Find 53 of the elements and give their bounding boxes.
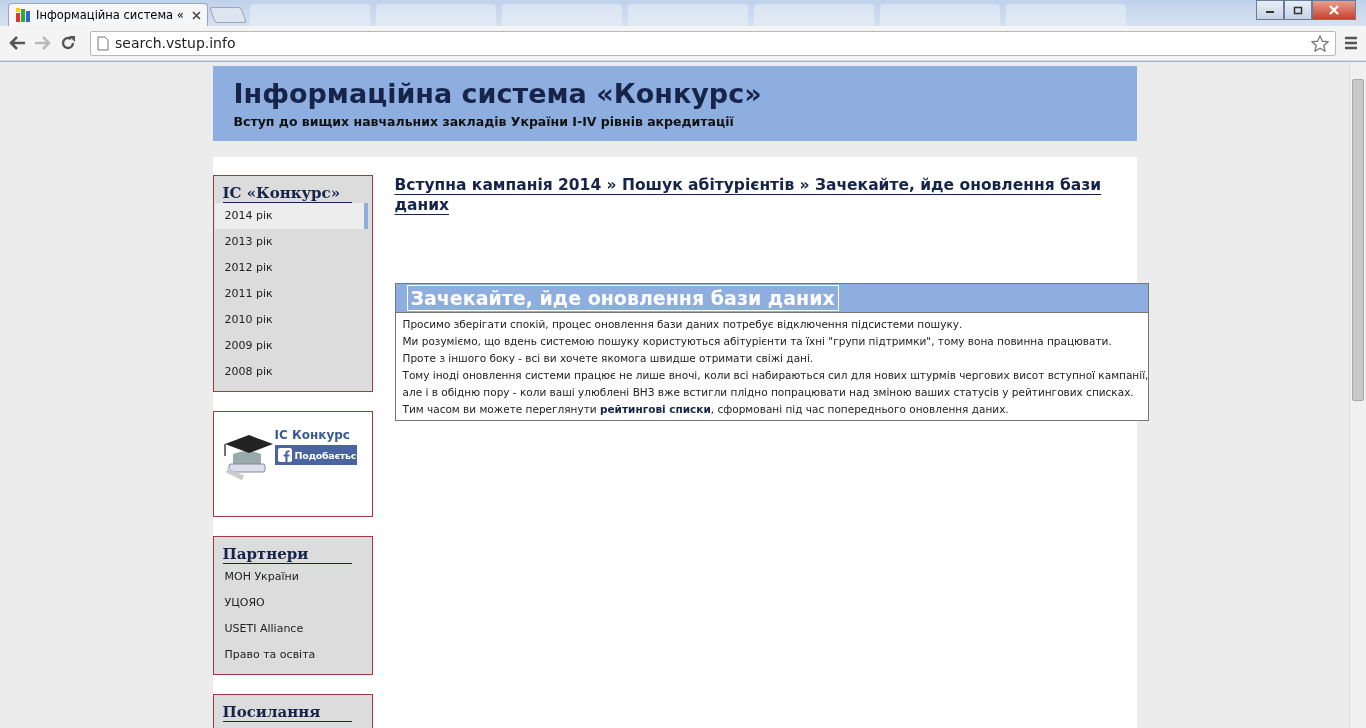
maximize-icon [1293,5,1303,15]
year-link[interactable]: 2011 рік [214,281,368,307]
blurred-tab[interactable] [1006,4,1126,26]
partner-link[interactable]: Право та освіта [214,642,368,668]
year-link[interactable]: 2012 рік [214,255,368,281]
ratings-link[interactable]: рейтингові списки [600,403,711,415]
back-icon[interactable] [8,35,26,51]
blurred-tab[interactable] [250,4,370,26]
partner-link[interactable]: МОН України [214,564,368,590]
blurred-tab[interactable] [880,4,1000,26]
notice-text: Тому іноді оновлення системи працює не лише вночі, коли всі набираються сил для нових штурмів чергових висот вступної кампанії, [401,368,1149,383]
year-link[interactable]: 2010 рік [214,307,368,333]
year-link[interactable]: 2013 рік [214,229,368,255]
partner-link[interactable]: USETI Alliance [214,616,368,642]
notice-text: Тим часом ви можете переглянути рейтингові списки, сформовані під час попереднього оновлення даних. [401,402,1010,417]
maximize-button[interactable] [1284,0,1312,20]
box-title: Посилання [222,701,352,722]
close-button[interactable] [1312,0,1356,20]
notice-text: Проте з іншого боку - всі ви хочете якомога швидше отримати свіжі дані. [401,351,815,366]
year-link[interactable]: 2008 рік [214,359,368,385]
tab-title: Інформаційна система « [36,8,185,22]
partner-link[interactable]: УЦОЯО [214,590,368,616]
notice-title: Зачекайте, йде оновлення бази даних [406,285,839,311]
notice-text: Ми розуміємо, що вдень системою пошуку користуються абітурієнти та їхні "групи підтримки", тому вона повинна працювати. [401,334,1113,349]
site-favicon [15,7,31,23]
breadcrumb: Вступна кампанія 2014 » Пошук абітурієнтів » Зачекайте, йде оновлення бази даних [394,175,1103,215]
menu-icon[interactable] [1344,36,1358,50]
new-tab-button[interactable] [209,7,247,23]
blurred-tab[interactable] [754,4,874,26]
page-name-link[interactable]: ІС Конкурс [274,428,357,442]
star-icon[interactable] [1311,34,1329,52]
page-icon [97,35,109,51]
site-subtitle: Вступ до вищих навчальних закладів України I-IV рівнів акредитації [233,114,735,129]
year-link[interactable]: 2009 рік [214,333,368,359]
browser-tab[interactable]: Інформаційна система « [8,3,208,26]
notice-text: Просимо зберігати спокій, процес оновлення бази даних потребує відключення підсистеми пошуку. [401,317,964,332]
notice-text: але і в обідню пору - коли ваші улюблені ВНЗ вже встигли плідно попрацювати над зміною ваших статусів у рейтингових списках. [401,385,1135,400]
year-link[interactable]: 2014 рік [214,203,368,229]
blurred-tab[interactable] [628,4,748,26]
like-button[interactable]: Подобаєтьс [274,445,357,465]
minimize-button[interactable] [1256,0,1284,20]
address-bar[interactable]: search.vstup.info [90,30,1336,56]
box-title: Партнери [222,543,352,564]
blurred-tab[interactable] [502,4,622,26]
close-icon[interactable] [192,10,201,20]
blurred-tab[interactable] [376,4,496,26]
site-title: Інформаційна система «Конкурс» [233,78,763,110]
reload-icon[interactable] [60,35,76,51]
close-icon [1328,5,1340,15]
facebook-icon [277,448,292,462]
scrollbar[interactable] [1349,62,1366,728]
scrollbar-thumb[interactable] [1352,79,1364,401]
forward-icon[interactable] [34,35,52,51]
